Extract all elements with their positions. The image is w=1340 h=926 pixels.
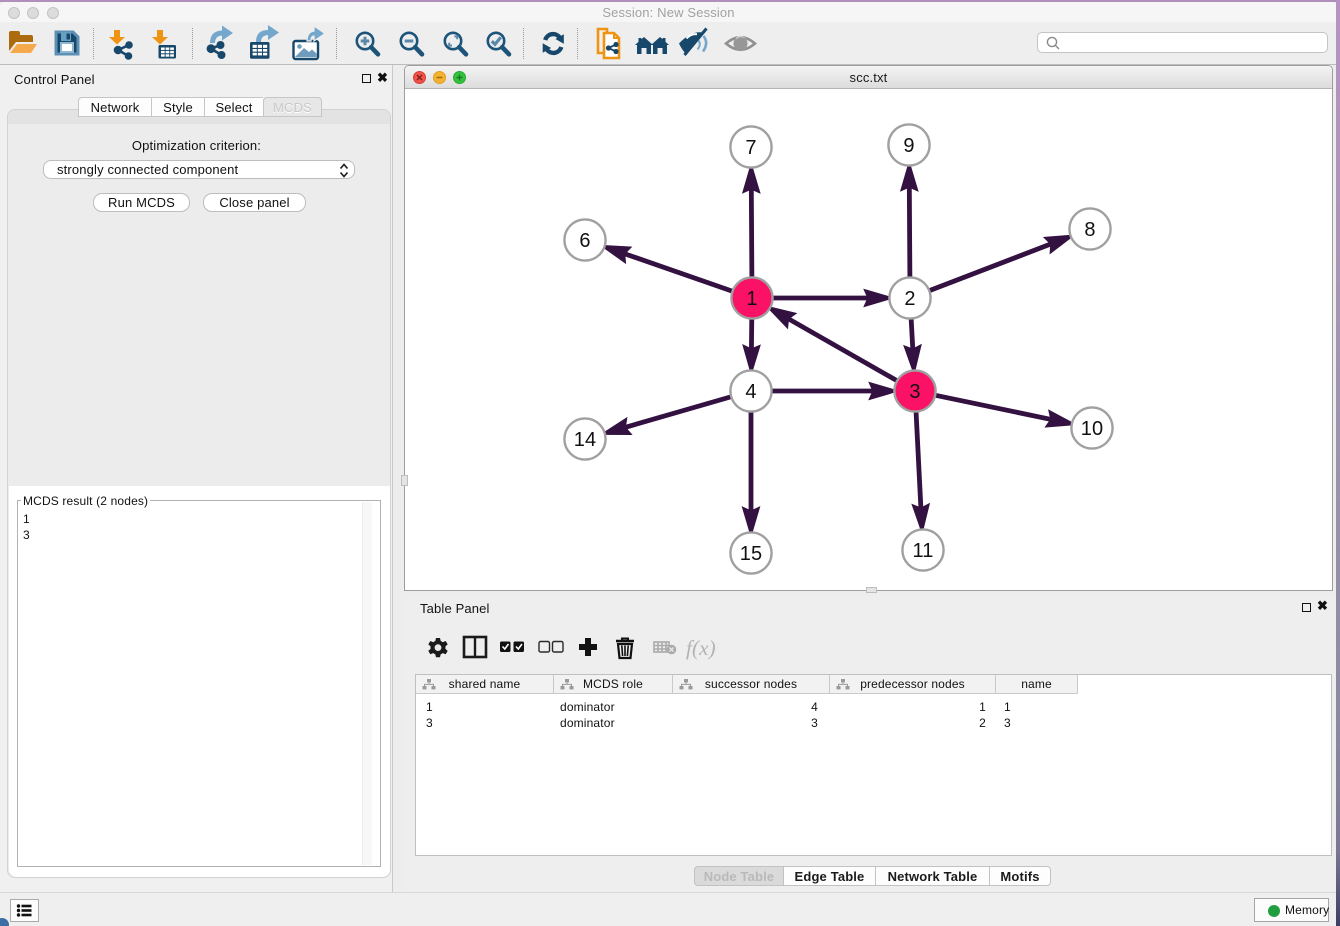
svg-text:14: 14 [574, 429, 597, 451]
svg-text:1: 1 [746, 288, 757, 310]
svg-text:9: 9 [903, 135, 914, 157]
svg-text:6: 6 [579, 230, 590, 252]
svg-text:15: 15 [740, 543, 763, 565]
svg-text:10: 10 [1081, 418, 1104, 440]
svg-text:8: 8 [1084, 219, 1095, 241]
svg-text:f(x): f(x) [686, 636, 716, 660]
svg-text:4: 4 [745, 381, 756, 403]
svg-text:7: 7 [745, 137, 756, 159]
svg-text:11: 11 [912, 540, 933, 562]
svg-text:3: 3 [909, 381, 920, 403]
svg-text:2: 2 [904, 288, 915, 310]
